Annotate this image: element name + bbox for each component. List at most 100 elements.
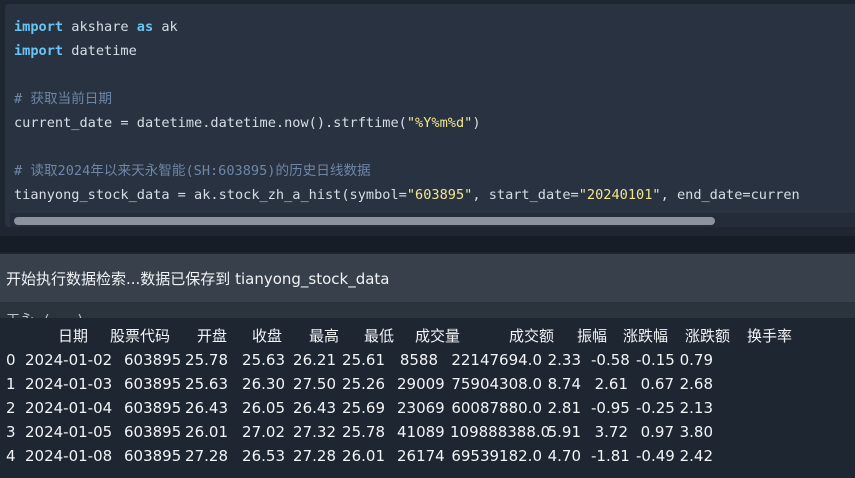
table-cell: -0.49 — [636, 447, 675, 465]
table-cell: 26.01 — [342, 447, 385, 465]
table-cell: 25.78 — [342, 423, 385, 441]
table-cell: 25.26 — [342, 375, 385, 393]
row-index: 3 — [6, 423, 16, 441]
dataframe-output: 日期 股票代码 开盘 收盘 最高 最低 成交量 成交额 振幅 涨跌幅 涨跌额 换手率 0 2024-01-… — [0, 318, 855, 478]
code-token: ak — [153, 19, 178, 35]
column-header: 收盘 — [252, 327, 283, 345]
code-string: "20240101" — [578, 187, 661, 203]
table-cell: 25.69 — [342, 399, 385, 417]
table-cell: 27.28 — [185, 447, 228, 465]
table-cell: 0.67 — [640, 375, 674, 393]
table-cell: 27.02 — [242, 423, 285, 441]
table-cell: 2024-01-03 — [25, 375, 113, 393]
code-token: ) — [472, 115, 481, 131]
column-header: 涨跌幅 — [623, 327, 669, 345]
output-status-bar: 开始执行数据检索...数据已保存到 tianyong_stock_data — [0, 254, 855, 302]
table-cell: 26.21 — [293, 351, 336, 369]
table-cell: 41089 — [397, 423, 445, 441]
table-cell: 29009 — [397, 375, 445, 393]
table-cell: 26.01 — [185, 423, 228, 441]
table-cell: 5.91 — [547, 423, 581, 441]
table-cell: 69539182.0 — [451, 447, 542, 465]
code-line: tianyong_stock_data = ak.stock_zh_a_hist… — [14, 183, 800, 207]
table-cell: 25.63 — [185, 375, 228, 393]
table-cell: 26.43 — [185, 399, 228, 417]
code-string: "603895" — [406, 187, 473, 203]
table-cell: 22147694.0 — [451, 351, 542, 369]
column-header: 涨跌额 — [685, 327, 731, 345]
table-cell: 603895 — [124, 399, 182, 417]
code-comment: # 获取当前日期 — [14, 91, 112, 107]
column-header: 成交额 — [509, 327, 555, 345]
table-cell: -0.58 — [591, 351, 630, 369]
table-cell: 25.61 — [342, 351, 385, 369]
code-token: , end_date=curren — [660, 187, 800, 203]
table-cell: 2.33 — [547, 351, 581, 369]
code-keyword: as — [136, 19, 154, 35]
table-cell: -1.81 — [591, 447, 630, 465]
table-cell: 26.43 — [293, 399, 336, 417]
table-cell: 27.32 — [293, 423, 336, 441]
partial-output-text: 天永 (...) — [6, 310, 85, 318]
table-cell: 0.79 — [679, 351, 713, 369]
table-cell: 2024-01-02 — [25, 351, 113, 369]
code-line: import akshare as ak — [14, 15, 178, 39]
table-cell: 0.97 — [640, 423, 674, 441]
table-cell: 26174 — [397, 447, 445, 465]
table-cell: 2.81 — [547, 399, 581, 417]
row-index: 1 — [6, 375, 16, 393]
row-index: 0 — [6, 351, 16, 369]
code-token: datetime — [63, 43, 137, 59]
table-cell: 3.72 — [594, 423, 628, 441]
scrollbar-thumb[interactable] — [14, 217, 715, 225]
table-cell: 8.74 — [547, 375, 581, 393]
partial-output-line: 天永 (...) — [6, 306, 126, 318]
table-cell: 23069 — [397, 399, 445, 417]
table-cell: 2024-01-05 — [25, 423, 113, 441]
column-header: 成交量 — [415, 327, 461, 345]
code-keyword: import — [14, 43, 64, 59]
code-line: # 读取2024年以来天永智能(SH:603895)的历史日线数据 — [14, 159, 371, 183]
column-header: 日期 — [58, 327, 89, 345]
table-cell: 2.13 — [679, 399, 713, 417]
horizontal-scrollbar[interactable] — [10, 213, 855, 227]
table-cell: 603895 — [124, 447, 182, 465]
table-cell: 27.50 — [293, 375, 336, 393]
table-cell: 25.63 — [242, 351, 285, 369]
code-token: akshare — [63, 19, 137, 35]
output-separator — [0, 302, 855, 318]
table-cell: 60087880.0 — [451, 399, 542, 417]
table-cell: -0.25 — [636, 399, 675, 417]
table-cell: 2.42 — [679, 447, 713, 465]
table-cell: 2024-01-04 — [25, 399, 113, 417]
code-cell[interactable]: import akshare as ak import datetime # 获取当… — [5, 4, 855, 227]
notebook-view: import akshare as ak import datetime # 获取当… — [0, 0, 855, 478]
code-token: current_date = datetime.datetime.now().s… — [14, 115, 407, 131]
code-keyword: import — [14, 19, 64, 35]
row-index: 4 — [6, 447, 16, 465]
table-cell: 4.70 — [547, 447, 581, 465]
status-message: 开始执行数据检索...数据已保存到 tianyong_stock_data — [6, 270, 390, 288]
table-cell: -0.95 — [591, 399, 630, 417]
table-cell: 603895 — [124, 351, 182, 369]
table-cell: 26.30 — [242, 375, 285, 393]
table-cell: 3.80 — [679, 423, 713, 441]
table-cell: 26.05 — [242, 399, 285, 417]
column-header: 开盘 — [197, 327, 228, 345]
column-header: 换手率 — [747, 327, 793, 345]
row-index: 2 — [6, 399, 16, 417]
table-cell: 25.78 — [185, 351, 228, 369]
table-cell: 109888388.0 — [450, 423, 551, 441]
table-cell: 2.61 — [594, 375, 628, 393]
column-header: 振幅 — [577, 327, 608, 345]
table-cell: 27.28 — [293, 447, 336, 465]
table-cell: 2024-01-08 — [25, 447, 113, 465]
code-line: import datetime — [14, 39, 137, 63]
column-header: 最低 — [364, 327, 395, 345]
column-header: 股票代码 — [110, 327, 171, 345]
table-cell: 75904308.0 — [451, 375, 542, 393]
code-comment: # 读取2024年以来天永智能(SH:603895)的历史日线数据 — [14, 163, 371, 179]
table-cell: -0.15 — [636, 351, 675, 369]
table-cell: 8588 — [399, 351, 438, 369]
table-cell: 26.53 — [242, 447, 285, 465]
